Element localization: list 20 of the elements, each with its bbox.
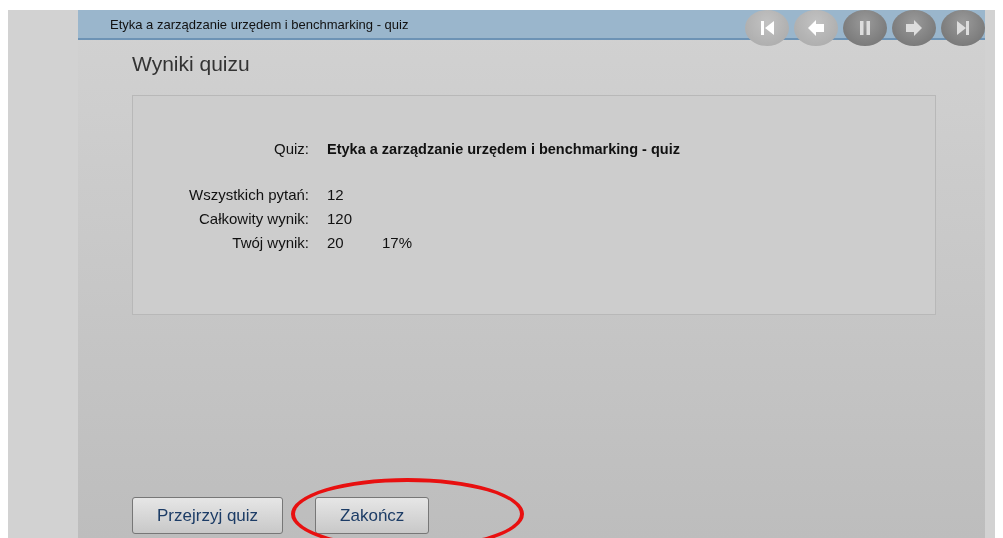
- last-button[interactable]: [941, 10, 985, 46]
- skip-back-icon: [758, 19, 776, 37]
- arrow-right-icon: [905, 19, 923, 37]
- result-value: 120: [327, 210, 354, 227]
- window-title: Etyka a zarządzanie urzędem i benchmarking - quiz: [110, 16, 409, 32]
- result-value: 20: [327, 234, 345, 251]
- result-value: Etyka a zarządzanie urzędem i benchmarking - quiz: [327, 141, 680, 157]
- result-label: Twój wynik:: [231, 234, 310, 251]
- result-label: Wszystkich pytań:: [187, 186, 310, 203]
- arrow-left-icon: [807, 19, 825, 37]
- skip-forward-icon: [954, 19, 972, 37]
- action-button[interactable]: Przejrzyj quiz: [132, 497, 284, 534]
- next-button[interactable]: [892, 10, 936, 46]
- result-label: Quiz:: [273, 140, 310, 157]
- result-percent: 17%: [382, 234, 413, 251]
- page-heading: Wyniki quizu: [132, 52, 251, 76]
- result-label: Całkowity wynik:: [197, 210, 310, 227]
- pause-button[interactable]: [843, 10, 887, 46]
- result-value: 12: [327, 186, 345, 203]
- action-button[interactable]: Zakończ: [315, 497, 430, 534]
